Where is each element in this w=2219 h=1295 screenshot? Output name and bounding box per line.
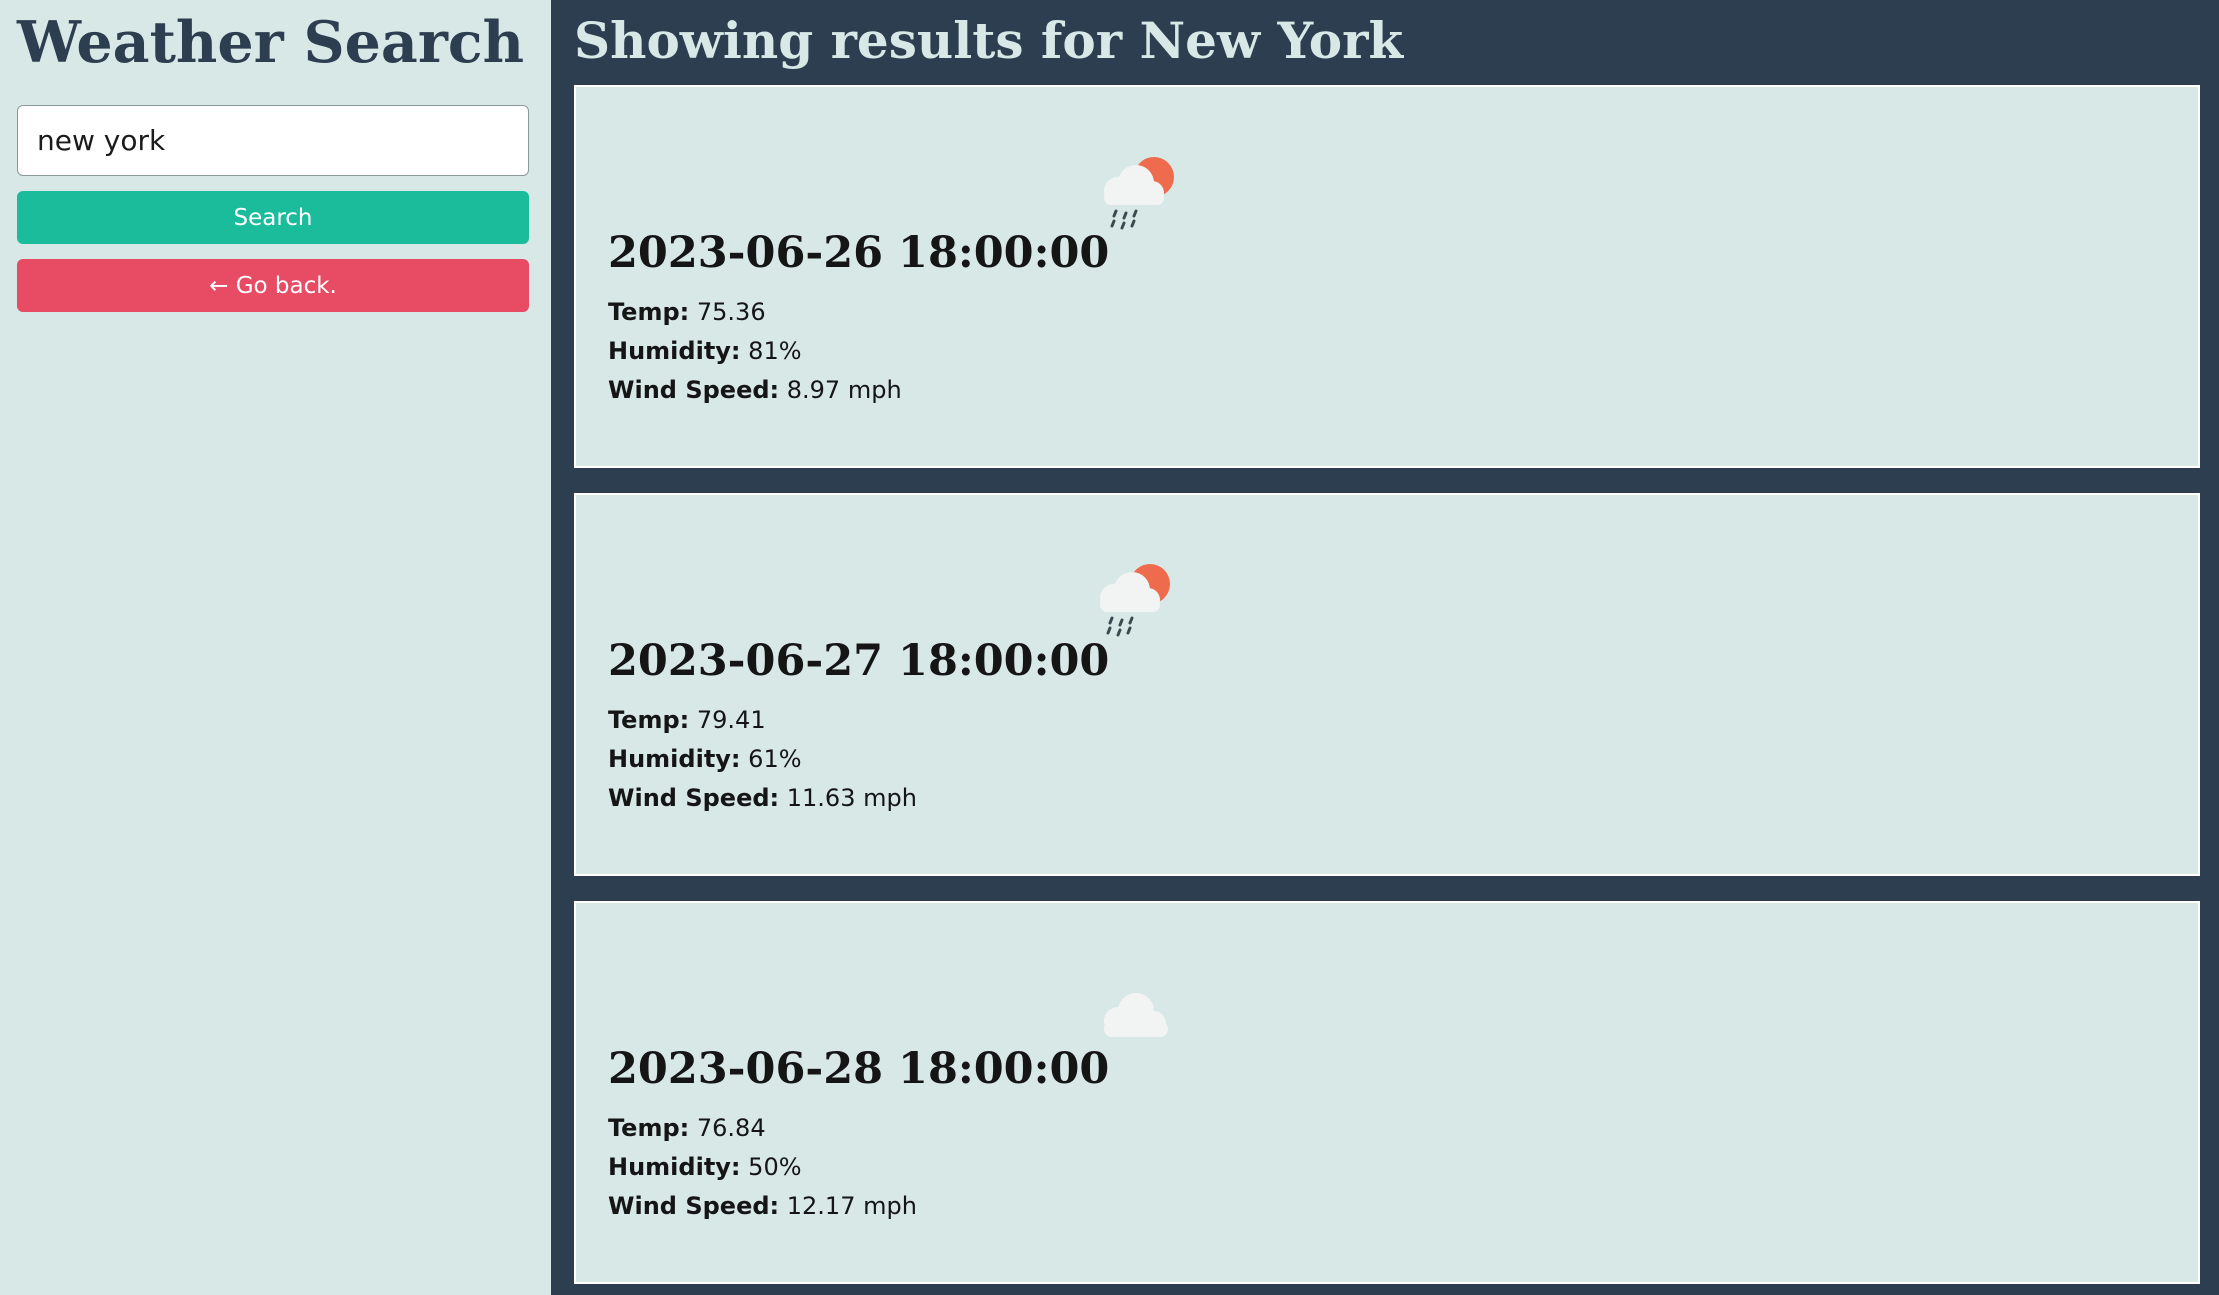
forecast-datetime: 2023-06-28 18:00:00 — [608, 1044, 1110, 1094]
humidity-row: Humidity: 61% — [608, 740, 917, 779]
rain-sun-icon — [1104, 157, 1174, 230]
search-button[interactable]: Search — [17, 191, 529, 244]
forecast-stats: Temp: 79.41 Humidity: 61% Wind Speed: 11… — [608, 701, 917, 818]
temp-value: 79.41 — [696, 706, 766, 734]
wind-speed-label: Wind Speed: — [608, 784, 780, 812]
wind-speed-value: 11.63 mph — [786, 784, 917, 812]
temp-row: Temp: 79.41 — [608, 701, 917, 740]
wind-speed-label: Wind Speed: — [608, 376, 780, 404]
temp-row: Temp: 75.36 — [608, 293, 902, 332]
humidity-label: Humidity: — [608, 337, 741, 365]
results-title: Showing results for New York — [574, 11, 1404, 70]
humidity-label: Humidity: — [608, 745, 741, 773]
app-root: Weather Search Search ← Go back. Showing… — [0, 0, 2219, 1295]
forecast-card: 2023-06-26 18:00:00 Temp: 75.36 Humidity… — [574, 85, 2200, 468]
results-panel: Showing results for New York 2023-06-26 … — [551, 0, 2219, 1295]
forecast-stats: Temp: 76.84 Humidity: 50% Wind Speed: 12… — [608, 1109, 917, 1226]
temp-label: Temp: — [608, 298, 690, 326]
forecast-stats: Temp: 75.36 Humidity: 81% Wind Speed: 8.… — [608, 293, 902, 410]
humidity-row: Humidity: 50% — [608, 1148, 917, 1187]
wind-speed-row: Wind Speed: 11.63 mph — [608, 779, 917, 818]
rain-sun-icon — [1100, 564, 1170, 637]
wind-speed-value: 12.17 mph — [786, 1192, 917, 1220]
humidity-label: Humidity: — [608, 1153, 741, 1181]
temp-value: 75.36 — [696, 298, 766, 326]
cloud-icon — [1104, 993, 1168, 1037]
forecast-card: 2023-06-27 18:00:00 Temp: 79.41 Humidity… — [574, 493, 2200, 876]
sidebar-title: Weather Search — [17, 9, 525, 76]
temp-value: 76.84 — [696, 1114, 766, 1142]
temp-label: Temp: — [608, 706, 690, 734]
humidity-value: 61% — [748, 745, 802, 773]
sidebar: Weather Search Search ← Go back. — [0, 0, 551, 1295]
humidity-value: 50% — [748, 1153, 802, 1181]
forecast-datetime: 2023-06-27 18:00:00 — [608, 636, 1110, 686]
wind-speed-row: Wind Speed: 12.17 mph — [608, 1187, 917, 1226]
temp-label: Temp: — [608, 1114, 690, 1142]
forecast-card: 2023-06-28 18:00:00 Temp: 76.84 Humidity… — [574, 901, 2200, 1284]
go-back-button[interactable]: ← Go back. — [17, 259, 529, 312]
city-search-input[interactable] — [17, 105, 529, 176]
forecast-datetime: 2023-06-26 18:00:00 — [608, 228, 1110, 278]
wind-speed-row: Wind Speed: 8.97 mph — [608, 371, 902, 410]
humidity-row: Humidity: 81% — [608, 332, 902, 371]
temp-row: Temp: 76.84 — [608, 1109, 917, 1148]
wind-speed-label: Wind Speed: — [608, 1192, 780, 1220]
humidity-value: 81% — [748, 337, 802, 365]
wind-speed-value: 8.97 mph — [786, 376, 902, 404]
